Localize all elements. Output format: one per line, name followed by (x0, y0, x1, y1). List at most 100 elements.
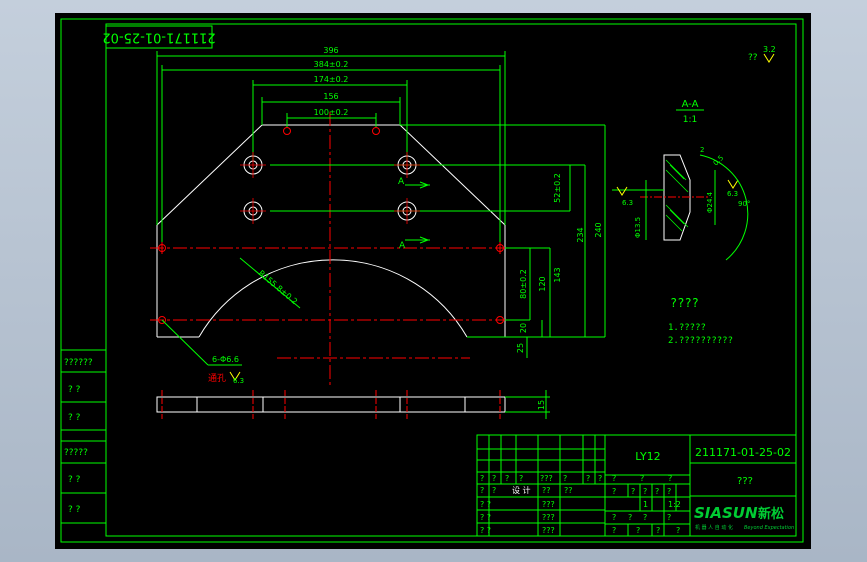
bottom-cell: ? (612, 513, 616, 522)
rotated-drawing-number: 211171-01-25-02 (102, 25, 216, 49)
dim-174: 174±0.2 (314, 75, 349, 84)
dim-120: 120 (538, 276, 547, 291)
row-a: ? ? (480, 513, 491, 522)
left-block-label: ? ? (68, 413, 81, 423)
left-block-label: ?????? (64, 358, 93, 368)
outer-border (60, 18, 804, 543)
dim-100: 100±0.2 (314, 108, 349, 117)
section-outer-diameter: Φ24.4 (706, 191, 714, 213)
section-view-a-a: A-A 1:1 6.3 6.3 Φ13.5 Φ24.4 90° 2 0.5 (612, 99, 750, 261)
sign-cell: ? (480, 486, 484, 495)
dim-80: 80±0.2 (519, 269, 528, 299)
left-side-blocks (60, 349, 107, 524)
dimension-texts: 396 384±0.2 174±0.2 156 100±0.2 52±0.2 2… (314, 46, 603, 353)
rev-cell: ??? (540, 474, 553, 483)
left-block-label: ? ? (68, 505, 81, 515)
page-cell: ? (636, 526, 640, 535)
dim-240: 240 (594, 222, 603, 237)
plate-view: 396 384±0.2 174±0.2 156 100±0.2 52±0.2 2… (150, 46, 606, 385)
dim-15: 15 (537, 400, 546, 410)
grid-cell: ? (612, 487, 616, 496)
siasun-logo: SIASUN 新松 机 器 人 自 动 化 Beyond Expectation (694, 504, 794, 531)
drawing-number-rotated-text: 211171-01-25-02 (102, 30, 215, 45)
radius-label: R155.8±0.2 (257, 269, 299, 307)
left-block-label: ? ? (68, 385, 81, 395)
stage-label: ? (612, 474, 616, 483)
roughness-label: ?? (748, 53, 758, 63)
drawing-sheet: 211171-01-25-02 ?????? ? ? ? ? ????? ? ?… (60, 18, 804, 543)
hole-roughness-value: 6.3 (233, 377, 244, 385)
left-block-label: ? ? (68, 475, 81, 485)
center-lines (150, 112, 512, 385)
plate-outline (156, 124, 506, 338)
part-name-text: ??? (737, 476, 753, 487)
section-depth: 2 (700, 146, 704, 154)
section-title: A-A (682, 99, 699, 110)
technical-notes: ???? 1.????? 2.?????????? (668, 296, 733, 346)
grid-cell: ? (655, 487, 659, 496)
rev-cell: ? (480, 474, 484, 483)
brand-cn: 新松 (758, 506, 784, 522)
brand-name: SIASUN (694, 504, 758, 522)
dim-384: 384±0.2 (314, 60, 349, 69)
notes-line-2: 2.?????????? (668, 336, 733, 346)
through-hole-text: 通孔 (208, 373, 226, 384)
stage-label: ? (668, 474, 672, 483)
row-b: ??? (542, 513, 555, 522)
roughness-value: 3.2 (763, 45, 776, 54)
design-label: 设 计 (512, 485, 531, 495)
side-view: 15 (156, 390, 550, 419)
dim-52: 52±0.2 (553, 173, 562, 203)
row-b: ??? (542, 526, 555, 535)
dim-25: 25 (516, 343, 525, 353)
bottom-cell: ? (628, 513, 632, 522)
section-mark-a-bottom: A (399, 241, 406, 251)
section-inner-diameter: Φ13.5 (634, 217, 642, 238)
material-text: LY12 (635, 450, 660, 463)
page-cell: ? (676, 526, 680, 535)
rev-cell: ? (598, 474, 602, 483)
drawing-number-text: 211171-01-25-02 (695, 446, 791, 459)
grid-cell: ? (631, 487, 635, 496)
dim-156: 156 (323, 92, 338, 101)
section-roughness-2: 6.3 (727, 190, 738, 198)
sign-cell: ?? (564, 486, 573, 495)
dim-143: 143 (553, 267, 562, 282)
sign-cell: ? (492, 486, 496, 495)
section-mark-a-top: A (398, 177, 405, 187)
general-roughness-symbol: ?? 3.2 (748, 45, 776, 63)
bottom-cell: ? (667, 513, 671, 522)
cad-application-window: 211171-01-25-02 ?????? ? ? ? ? ????? ? ?… (0, 0, 867, 562)
notes-line-1: 1.????? (668, 323, 706, 333)
page-cell: ? (656, 526, 660, 535)
section-markers: A A (398, 177, 430, 251)
rev-cell: ? (563, 474, 567, 483)
page-cell: ? (612, 526, 616, 535)
row-b: ??? (542, 500, 555, 509)
dim-396: 396 (323, 46, 338, 55)
left-block-label: ????? (64, 448, 88, 458)
rev-cell: ? (586, 474, 590, 483)
left-block-labels: ?????? ? ? ? ? ????? ? ? ? ? (64, 358, 93, 515)
vertical-dimension-lines (526, 125, 606, 358)
scale-value: 1 (643, 500, 648, 509)
grid-cell: ? (667, 487, 671, 496)
brand-tagline-cn: 机 器 人 自 动 化 (695, 524, 733, 531)
rev-cell: ? (492, 474, 496, 483)
section-angle: 90° (738, 200, 750, 208)
ratio-value: 1:2 (668, 500, 681, 509)
section-roughness-1: 6.3 (622, 199, 633, 207)
sign-cell: ?? (542, 486, 551, 495)
dim-234: 234 (576, 227, 585, 242)
row-a: ? ? (480, 526, 491, 535)
grid-cell: ? (643, 487, 647, 496)
rev-cell: ? (519, 474, 523, 483)
drawing-canvas[interactable]: 211171-01-25-02 ?????? ? ? ? ? ????? ? ?… (55, 13, 811, 549)
hole-callout-text: 6-Φ6.6 (212, 355, 239, 364)
extension-lines (156, 51, 605, 338)
bottom-cell: ? (643, 513, 647, 522)
notes-title: ???? (670, 296, 699, 310)
stage-label: ? (640, 474, 644, 483)
dim-20: 20 (519, 323, 528, 333)
brand-tagline-en: Beyond Expectation (744, 525, 794, 531)
